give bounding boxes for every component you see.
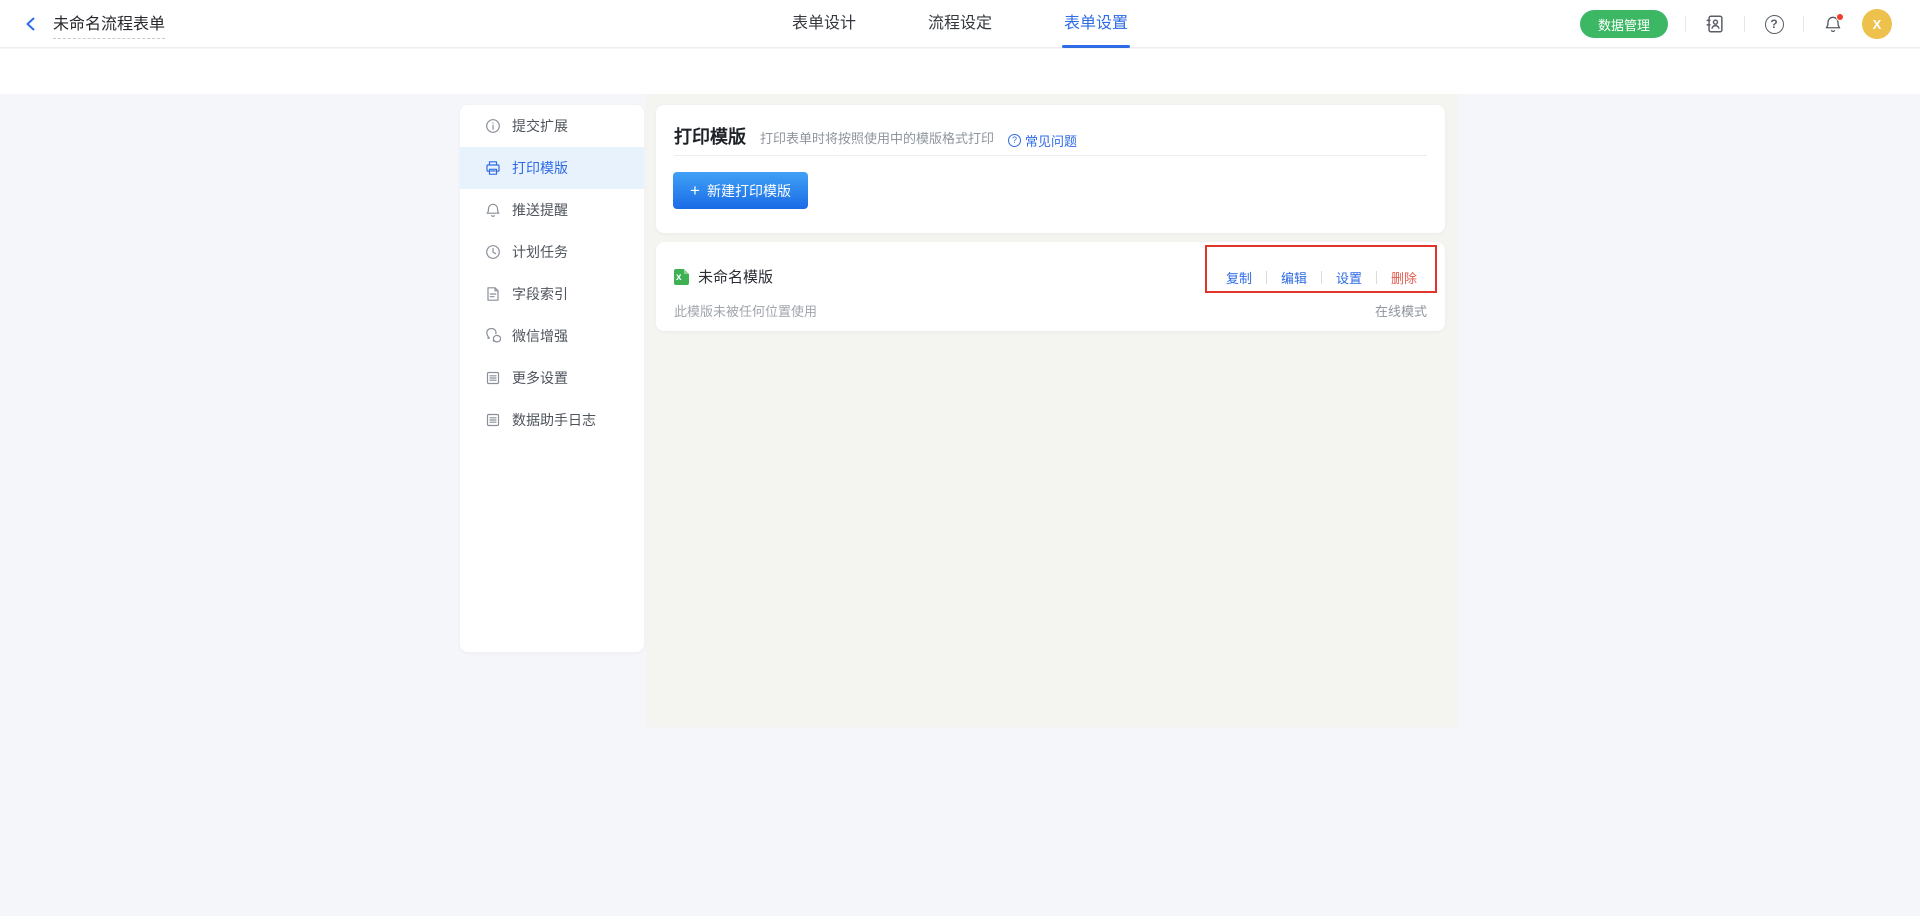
sidebar-item-print-template[interactable]: 打印模版 bbox=[460, 147, 644, 189]
panel-title: 打印模版 bbox=[674, 123, 746, 149]
tab-flow-setting[interactable]: 流程设定 bbox=[928, 0, 992, 48]
help-question-glyph: ? bbox=[1765, 15, 1784, 34]
new-print-template-button[interactable]: + 新建打印模版 bbox=[673, 172, 808, 209]
sidebar-item-label: 更多设置 bbox=[512, 368, 568, 388]
header-right: 数据管理 ? bbox=[1580, 0, 1892, 48]
sidebar-item-label: 计划任务 bbox=[512, 242, 568, 262]
header-divider bbox=[1744, 16, 1745, 32]
panel-divider bbox=[674, 155, 1427, 156]
subheader-band bbox=[0, 49, 1920, 94]
sidebar-item-data-assistant-log[interactable]: 数据助手日志 bbox=[460, 399, 644, 441]
help-icon[interactable]: ? bbox=[1762, 12, 1786, 36]
sidebar-item-label: 字段索引 bbox=[512, 284, 568, 304]
template-mode-label: 在线模式 bbox=[1375, 301, 1427, 320]
template-name: 未命名模版 bbox=[698, 266, 773, 287]
sidebar-item-label: 数据助手日志 bbox=[512, 410, 596, 430]
settings-action-link[interactable]: 设置 bbox=[1322, 268, 1376, 287]
sidebar-item-wechat-enhance[interactable]: 微信增强 bbox=[460, 315, 644, 357]
faq-link[interactable]: ? 常见问题 bbox=[1008, 131, 1077, 150]
sidebar-item-push-reminder[interactable]: 推送提醒 bbox=[460, 189, 644, 231]
sidebar-item-label: 微信增强 bbox=[512, 326, 568, 346]
address-book-icon[interactable] bbox=[1703, 12, 1727, 36]
clock-icon bbox=[485, 244, 501, 260]
template-actions: 复制 编辑 设置 删除 bbox=[1212, 268, 1431, 287]
user-avatar[interactable]: X bbox=[1862, 9, 1892, 39]
tab-flow-setting-label: 流程设定 bbox=[928, 15, 992, 32]
header-divider bbox=[1803, 16, 1804, 32]
notification-badge-dot bbox=[1836, 13, 1844, 21]
panel-header: 打印模版 打印表单时将按照使用中的模版格式打印 ? 常见问题 bbox=[674, 123, 1427, 150]
tab-form-settings-label: 表单设置 bbox=[1064, 15, 1128, 32]
top-header: 未命名流程表单 表单设计 流程设定 表单设置 数据管理 ? bbox=[0, 0, 1920, 48]
data-manage-button[interactable]: 数据管理 bbox=[1580, 10, 1668, 38]
new-print-template-label: 新建打印模版 bbox=[707, 181, 791, 201]
settings-sidebar: 提交扩展 打印模版 推送提醒 计划任务 字段索引 bbox=[460, 105, 644, 652]
delete-action-link[interactable]: 删除 bbox=[1377, 268, 1431, 287]
template-list-item: x 未命名模版 复制 编辑 设置 删除 此模版未被任何位置使用 在线模式 bbox=[656, 242, 1445, 331]
sidebar-item-label: 推送提醒 bbox=[512, 200, 568, 220]
document-icon bbox=[485, 286, 501, 302]
sidebar-item-scheduled-tasks[interactable]: 计划任务 bbox=[460, 231, 644, 273]
wechat-icon bbox=[485, 328, 501, 344]
bell-icon bbox=[485, 202, 501, 218]
sidebar-item-label: 提交扩展 bbox=[512, 116, 568, 136]
app-root: 未命名流程表单 表单设计 流程设定 表单设置 数据管理 ? bbox=[0, 0, 1920, 916]
sidebar-item-label: 打印模版 bbox=[512, 158, 568, 178]
notification-bell-icon[interactable] bbox=[1821, 12, 1845, 36]
tab-form-settings[interactable]: 表单设置 bbox=[1064, 0, 1128, 48]
template-file-icon: x bbox=[674, 269, 689, 285]
sidebar-item-field-index[interactable]: 字段索引 bbox=[460, 273, 644, 315]
tab-form-design[interactable]: 表单设计 bbox=[792, 0, 856, 48]
copy-action-link[interactable]: 复制 bbox=[1212, 268, 1266, 287]
template-usage-status: 此模版未被任何位置使用 bbox=[674, 301, 817, 320]
faq-link-label: 常见问题 bbox=[1025, 131, 1077, 150]
question-circle-icon: ? bbox=[1008, 134, 1021, 147]
edit-action-link[interactable]: 编辑 bbox=[1267, 268, 1321, 287]
list-icon bbox=[485, 412, 501, 428]
template-title-row: x 未命名模版 bbox=[674, 266, 773, 287]
header-divider bbox=[1685, 16, 1686, 32]
plus-icon: + bbox=[690, 182, 700, 199]
info-icon bbox=[485, 118, 501, 134]
list-icon bbox=[485, 370, 501, 386]
tab-form-design-label: 表单设计 bbox=[792, 15, 856, 32]
panel-description: 打印表单时将按照使用中的模版格式打印 bbox=[760, 128, 994, 147]
sidebar-item-more-settings[interactable]: 更多设置 bbox=[460, 357, 644, 399]
print-template-panel: 打印模版 打印表单时将按照使用中的模版格式打印 ? 常见问题 + 新建打印模版 bbox=[656, 105, 1445, 233]
printer-icon bbox=[485, 160, 501, 176]
sidebar-item-submit-extension[interactable]: 提交扩展 bbox=[460, 105, 644, 147]
